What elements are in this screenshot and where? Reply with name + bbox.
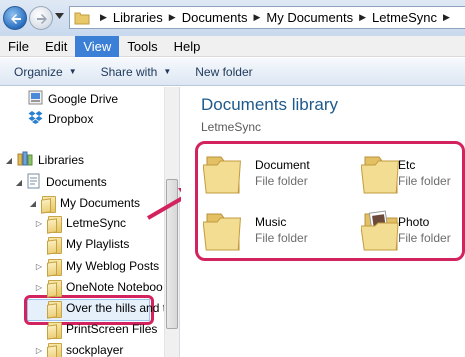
chevron-right-icon[interactable]: ▶ bbox=[253, 12, 260, 23]
arrow-left-icon bbox=[11, 14, 21, 24]
folder-icon bbox=[74, 12, 90, 24]
tree-item-over-the-hills[interactable]: Over the hills and t bbox=[34, 298, 166, 318]
dropbox-icon bbox=[28, 110, 43, 128]
arrow-right-icon bbox=[37, 14, 47, 24]
folder-icon bbox=[41, 195, 56, 213]
documents-icon bbox=[27, 173, 41, 192]
expanded-triangle-icon[interactable]: ◢ bbox=[28, 199, 38, 208]
address-bar: ▶ Libraries ▶ Documents ▶ My Documents ▶… bbox=[0, 0, 465, 36]
folder-icon bbox=[47, 321, 62, 339]
new-folder-label: New folder bbox=[195, 64, 253, 79]
breadcrumb-my-documents[interactable]: My Documents bbox=[266, 10, 353, 25]
address-box[interactable]: ▶ Libraries ▶ Documents ▶ My Documents ▶… bbox=[69, 6, 465, 29]
libraries-icon bbox=[17, 151, 33, 169]
folder-icon bbox=[47, 215, 62, 233]
tree-item-printscreen-files[interactable]: PrintScreen Files bbox=[34, 319, 157, 339]
tree-item-letmesync[interactable]: ▷ LetmeSync bbox=[34, 213, 126, 233]
file-item-document[interactable]: Document File folder bbox=[203, 153, 333, 197]
folder-icon bbox=[47, 279, 62, 297]
organize-label: Organize bbox=[14, 64, 63, 79]
chevron-right-icon[interactable]: ▶ bbox=[169, 12, 176, 23]
chevron-right-icon[interactable]: ▶ bbox=[443, 12, 450, 23]
tree-item-my-playlists[interactable]: My Playlists bbox=[34, 234, 129, 254]
tree-item-google-drive[interactable]: Google Drive bbox=[28, 89, 118, 109]
menu-bar: File Edit View Tools Help bbox=[0, 35, 465, 57]
folder-icon bbox=[203, 156, 241, 194]
menu-view[interactable]: View bbox=[75, 35, 120, 57]
breadcrumb-letmesync[interactable]: LetmeSync bbox=[372, 10, 437, 25]
menu-tools[interactable]: Tools bbox=[119, 36, 165, 57]
folder-icon bbox=[361, 156, 399, 194]
chevron-right-icon[interactable]: ▶ bbox=[359, 12, 366, 23]
tree-item-my-weblog-posts[interactable]: ▷ My Weblog Posts bbox=[34, 256, 159, 276]
expanded-triangle-icon[interactable]: ◢ bbox=[14, 178, 24, 187]
library-title: Documents library bbox=[201, 95, 338, 114]
breadcrumb-libraries[interactable]: Libraries bbox=[113, 10, 163, 25]
menu-edit[interactable]: Edit bbox=[37, 36, 75, 57]
tree-item-dropbox[interactable]: Dropbox bbox=[28, 109, 93, 129]
menu-file[interactable]: File bbox=[0, 36, 37, 57]
tree-item-onenote-notebooks[interactable]: ▷ OneNote Noteboo bbox=[34, 277, 163, 297]
collapsed-triangle-icon[interactable]: ▷ bbox=[34, 346, 44, 355]
command-bar: Organize ▼ Share with ▼ New folder bbox=[0, 58, 465, 86]
google-drive-icon bbox=[28, 90, 43, 108]
share-with-button[interactable]: Share with ▼ bbox=[87, 58, 182, 86]
tree-item-sockplayer[interactable]: ▷ sockplayer bbox=[34, 340, 123, 357]
library-subtitle: LetmeSync bbox=[201, 120, 262, 134]
tree-item-my-documents[interactable]: ◢ My Documents bbox=[28, 193, 140, 213]
collapsed-triangle-icon[interactable]: ▷ bbox=[34, 283, 44, 292]
share-with-label: Share with bbox=[100, 64, 158, 79]
file-item-photo[interactable]: Photo File folder bbox=[361, 210, 465, 254]
menu-help[interactable]: Help bbox=[166, 36, 209, 57]
chevron-down-icon: ▼ bbox=[163, 67, 172, 76]
back-button[interactable] bbox=[3, 6, 27, 30]
chevron-down-icon: ▼ bbox=[68, 67, 77, 76]
collapsed-triangle-icon[interactable]: ▷ bbox=[34, 262, 44, 271]
file-item-music[interactable]: Music File folder bbox=[203, 210, 333, 254]
folder-icon bbox=[47, 258, 62, 276]
folder-icon bbox=[47, 342, 62, 357]
breadcrumb-documents[interactable]: Documents bbox=[182, 10, 248, 25]
forward-button[interactable] bbox=[29, 6, 53, 30]
new-folder-button[interactable]: New folder bbox=[181, 58, 262, 86]
tree-item-documents[interactable]: ◢ Documents bbox=[14, 172, 107, 192]
folder-icon bbox=[203, 213, 241, 251]
photo-folder-icon bbox=[361, 210, 399, 251]
navigation-pane: Google Drive Dropbox ◢ Libraries ◢ Docum… bbox=[0, 87, 180, 357]
organize-button[interactable]: Organize ▼ bbox=[0, 58, 87, 86]
content-pane: Documents library LetmeSync Document Fil… bbox=[181, 87, 465, 357]
tree-item-libraries[interactable]: ◢ Libraries bbox=[4, 150, 84, 170]
chevron-right-icon[interactable]: ▶ bbox=[100, 12, 107, 23]
recent-pages-dropdown[interactable] bbox=[55, 13, 64, 19]
file-item-etc[interactable]: Etc File folder bbox=[361, 153, 465, 197]
collapsed-triangle-icon[interactable]: ▷ bbox=[34, 219, 44, 228]
folder-icon bbox=[47, 236, 62, 254]
folder-icon bbox=[47, 300, 62, 318]
expanded-triangle-icon[interactable]: ◢ bbox=[4, 156, 14, 165]
